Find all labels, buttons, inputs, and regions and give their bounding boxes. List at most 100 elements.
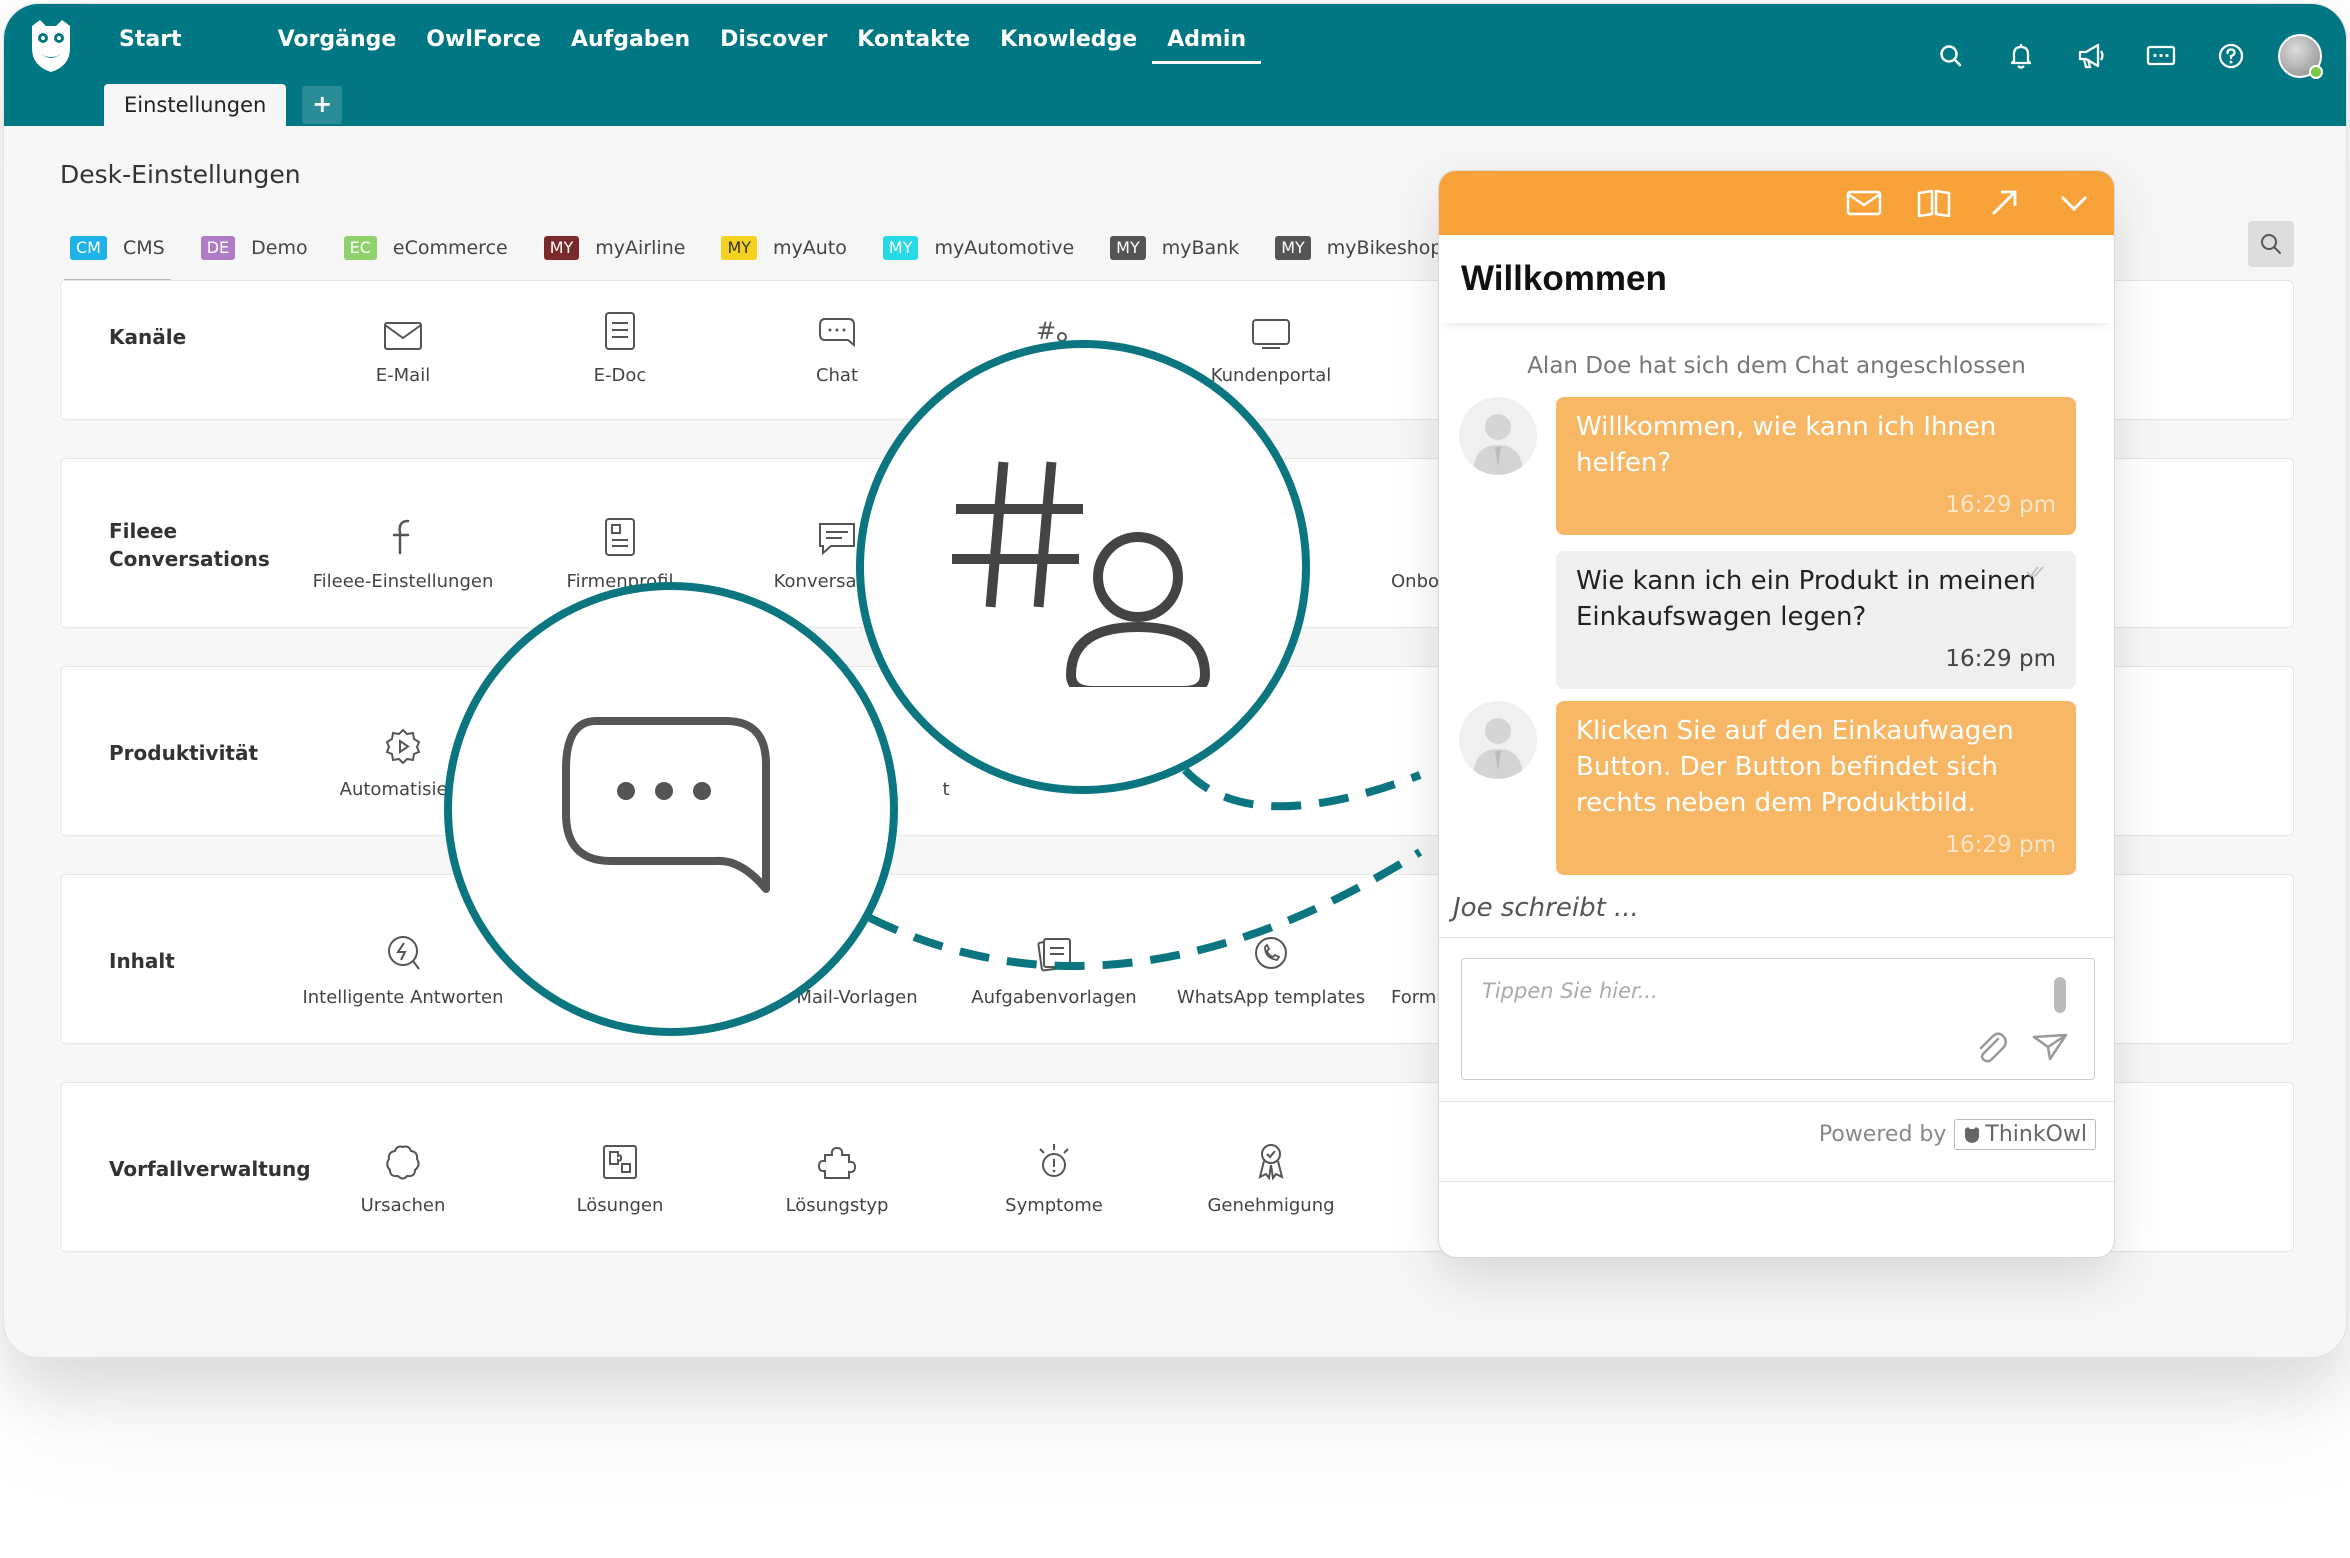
user-placeholder-icon (1473, 718, 1523, 779)
agent-message: Willkommen, wie kann ich Ihnen helfen? 1… (1556, 397, 2076, 535)
profile-doc-icon (605, 518, 635, 556)
item-loesungen[interactable]: Lösungen (510, 1131, 730, 1216)
brand-tab-demo[interactable]: DE Demo (200, 230, 308, 266)
nav-discover[interactable]: Discover (705, 26, 842, 66)
brand-badge: MY (1275, 236, 1311, 260)
item-label: Lösungen (576, 1195, 664, 1216)
svg-text:#: # (1036, 317, 1056, 345)
smart-reply-icon (388, 936, 420, 970)
message-text: Wie kann ich ein Produkt in meinen Einka… (1576, 566, 2036, 632)
brand-search-button[interactable] (2248, 221, 2294, 267)
task-template-icon (1037, 938, 1071, 972)
agent-message: Klicken Sie auf den Einkaufwagen Button.… (1556, 701, 2076, 875)
brand-name: CMS (122, 237, 165, 259)
thinkowl-brand: ThinkOwl (1985, 1122, 2087, 1147)
puzzle-icon (817, 1146, 857, 1179)
item-whatsapp-templates[interactable]: WhatsApp templates (1161, 923, 1381, 1008)
brand-name: eCommerce (392, 237, 508, 259)
section-title: Inhalt (109, 949, 175, 973)
online-status-dot (2309, 65, 2323, 79)
owl-logo[interactable] (26, 18, 76, 74)
brand-name: myAutomotive (934, 237, 1075, 259)
item-label: Aufgabenvorlagen (971, 987, 1137, 1008)
thinkowl-badge[interactable]: ThinkOwl (1954, 1119, 2096, 1150)
item-fileee-einstellungen[interactable]: Fileee-Einstellungen (293, 507, 513, 592)
message-input[interactable] (1482, 979, 2002, 1003)
bell-icon[interactable] (2004, 39, 2038, 73)
brand-tab-mybikeshop[interactable]: MY myBikeshop (1275, 230, 1443, 266)
hashtag-user-magnifier (856, 340, 1310, 794)
search-icon[interactable] (1934, 39, 1968, 73)
puzzle-box-icon (603, 1145, 637, 1179)
item-loesungstyp[interactable]: Lösungstyp (727, 1131, 947, 1216)
item-symptome[interactable]: Symptome (944, 1131, 1164, 1216)
top-icons (1898, 34, 2323, 79)
brand-badge: MY (1110, 236, 1146, 260)
item-label: Lösungstyp (785, 1195, 889, 1216)
item-chat[interactable]: Chat (727, 301, 947, 386)
brand-tab-ecommerce[interactable]: EC eCommerce (343, 230, 508, 266)
item-label: E-Mail (375, 365, 431, 386)
send-icon[interactable] (2032, 1033, 2068, 1061)
brand-tab-mybank[interactable]: MY myBank (1110, 230, 1239, 266)
message-time: 16:29 pm (1945, 646, 2056, 672)
scrollbar[interactable] (2054, 977, 2066, 1013)
item-genehmigung[interactable]: Genehmigung (1161, 1131, 1381, 1216)
add-tab-button[interactable]: + (302, 86, 343, 124)
chat-bubble-icon (562, 717, 770, 893)
brand-name: Demo (251, 237, 308, 259)
monitor-icon (1252, 319, 1290, 349)
item-edoc[interactable]: E-Doc (510, 301, 730, 386)
tab-einstellungen[interactable]: Einstellungen (104, 84, 287, 126)
read-checkmark-icon (2026, 566, 2044, 578)
brand-tab-myauto[interactable]: MY myAuto (721, 230, 847, 266)
item-email[interactable]: E-Mail (293, 301, 513, 386)
chat-icon[interactable] (2144, 39, 2178, 73)
brand-badge: MY (543, 236, 580, 260)
brand-tabs: CM CMS DE Demo EC eCommerce MY myAirline MY m… (64, 230, 1479, 282)
section-title: Produktivität (109, 741, 259, 765)
item-aufgabenvorlagen[interactable]: Aufgabenvorlagen (944, 923, 1164, 1008)
nav-admin[interactable]: Admin (1152, 26, 1262, 64)
divider (1439, 1181, 2114, 1182)
brand-tab-cms[interactable]: CM CMS (64, 230, 171, 282)
item-label: Symptome (1005, 1195, 1103, 1216)
nav-start[interactable]: Start (104, 26, 197, 66)
user-message: Wie kann ich ein Produkt in meinen Einka… (1556, 551, 2076, 689)
user-avatar[interactable] (2278, 34, 2323, 79)
section-title: Vorfallverwaltung (109, 1157, 311, 1181)
whatsapp-icon (1255, 937, 1287, 969)
nav-aufgaben[interactable]: Aufgaben (556, 26, 705, 66)
item-label: Fileee-Einstellungen (312, 571, 494, 592)
brand-name: myBank (1161, 237, 1240, 259)
main-nav: Start Vorgänge OwlForce Aufgaben Discove… (104, 26, 1262, 66)
nav-vorgaenge[interactable]: Vorgänge (263, 26, 412, 66)
item-intelligente-antworten[interactable]: Intelligente Antworten (293, 923, 513, 1008)
nav-knowledge[interactable]: Knowledge (985, 26, 1152, 66)
knowledge-book-icon[interactable] (1916, 185, 1952, 221)
chat-widget-header (1439, 171, 2114, 235)
fileee-logo-icon (392, 519, 410, 555)
item-label: E-Doc (593, 365, 647, 386)
search-icon (2261, 234, 2281, 254)
envelope-icon[interactable] (1846, 185, 1882, 221)
help-icon[interactable] (2214, 39, 2248, 73)
item-label: Mail-Vorlagen (796, 987, 918, 1008)
item-label: WhatsApp templates (1176, 987, 1366, 1008)
chat-bubble-icon (819, 318, 855, 348)
item-firmenprofil[interactable]: Firmenprofil (510, 507, 730, 592)
megaphone-icon[interactable] (2074, 39, 2108, 73)
item-ursachen[interactable]: Ursachen (293, 1131, 513, 1216)
brand-tab-myairline[interactable]: MY myAirline (543, 230, 686, 266)
item-label: Genehmigung (1207, 1195, 1335, 1216)
message-input-box (1461, 958, 2095, 1080)
expand-arrow-icon[interactable] (1986, 185, 2022, 221)
chevron-down-icon[interactable] (2056, 185, 2092, 221)
chat-joined-notice: Alan Doe hat sich dem Chat angeschlossen (1527, 353, 2026, 379)
paperclip-icon[interactable] (1974, 1029, 2008, 1065)
nav-kontakte[interactable]: Kontakte (842, 26, 985, 66)
divider (1439, 1101, 2114, 1102)
nav-owlforce[interactable]: OwlForce (411, 26, 556, 66)
brand-name: myAirline (595, 237, 686, 259)
brand-tab-myautomotive[interactable]: MY myAutomotive (882, 230, 1075, 266)
